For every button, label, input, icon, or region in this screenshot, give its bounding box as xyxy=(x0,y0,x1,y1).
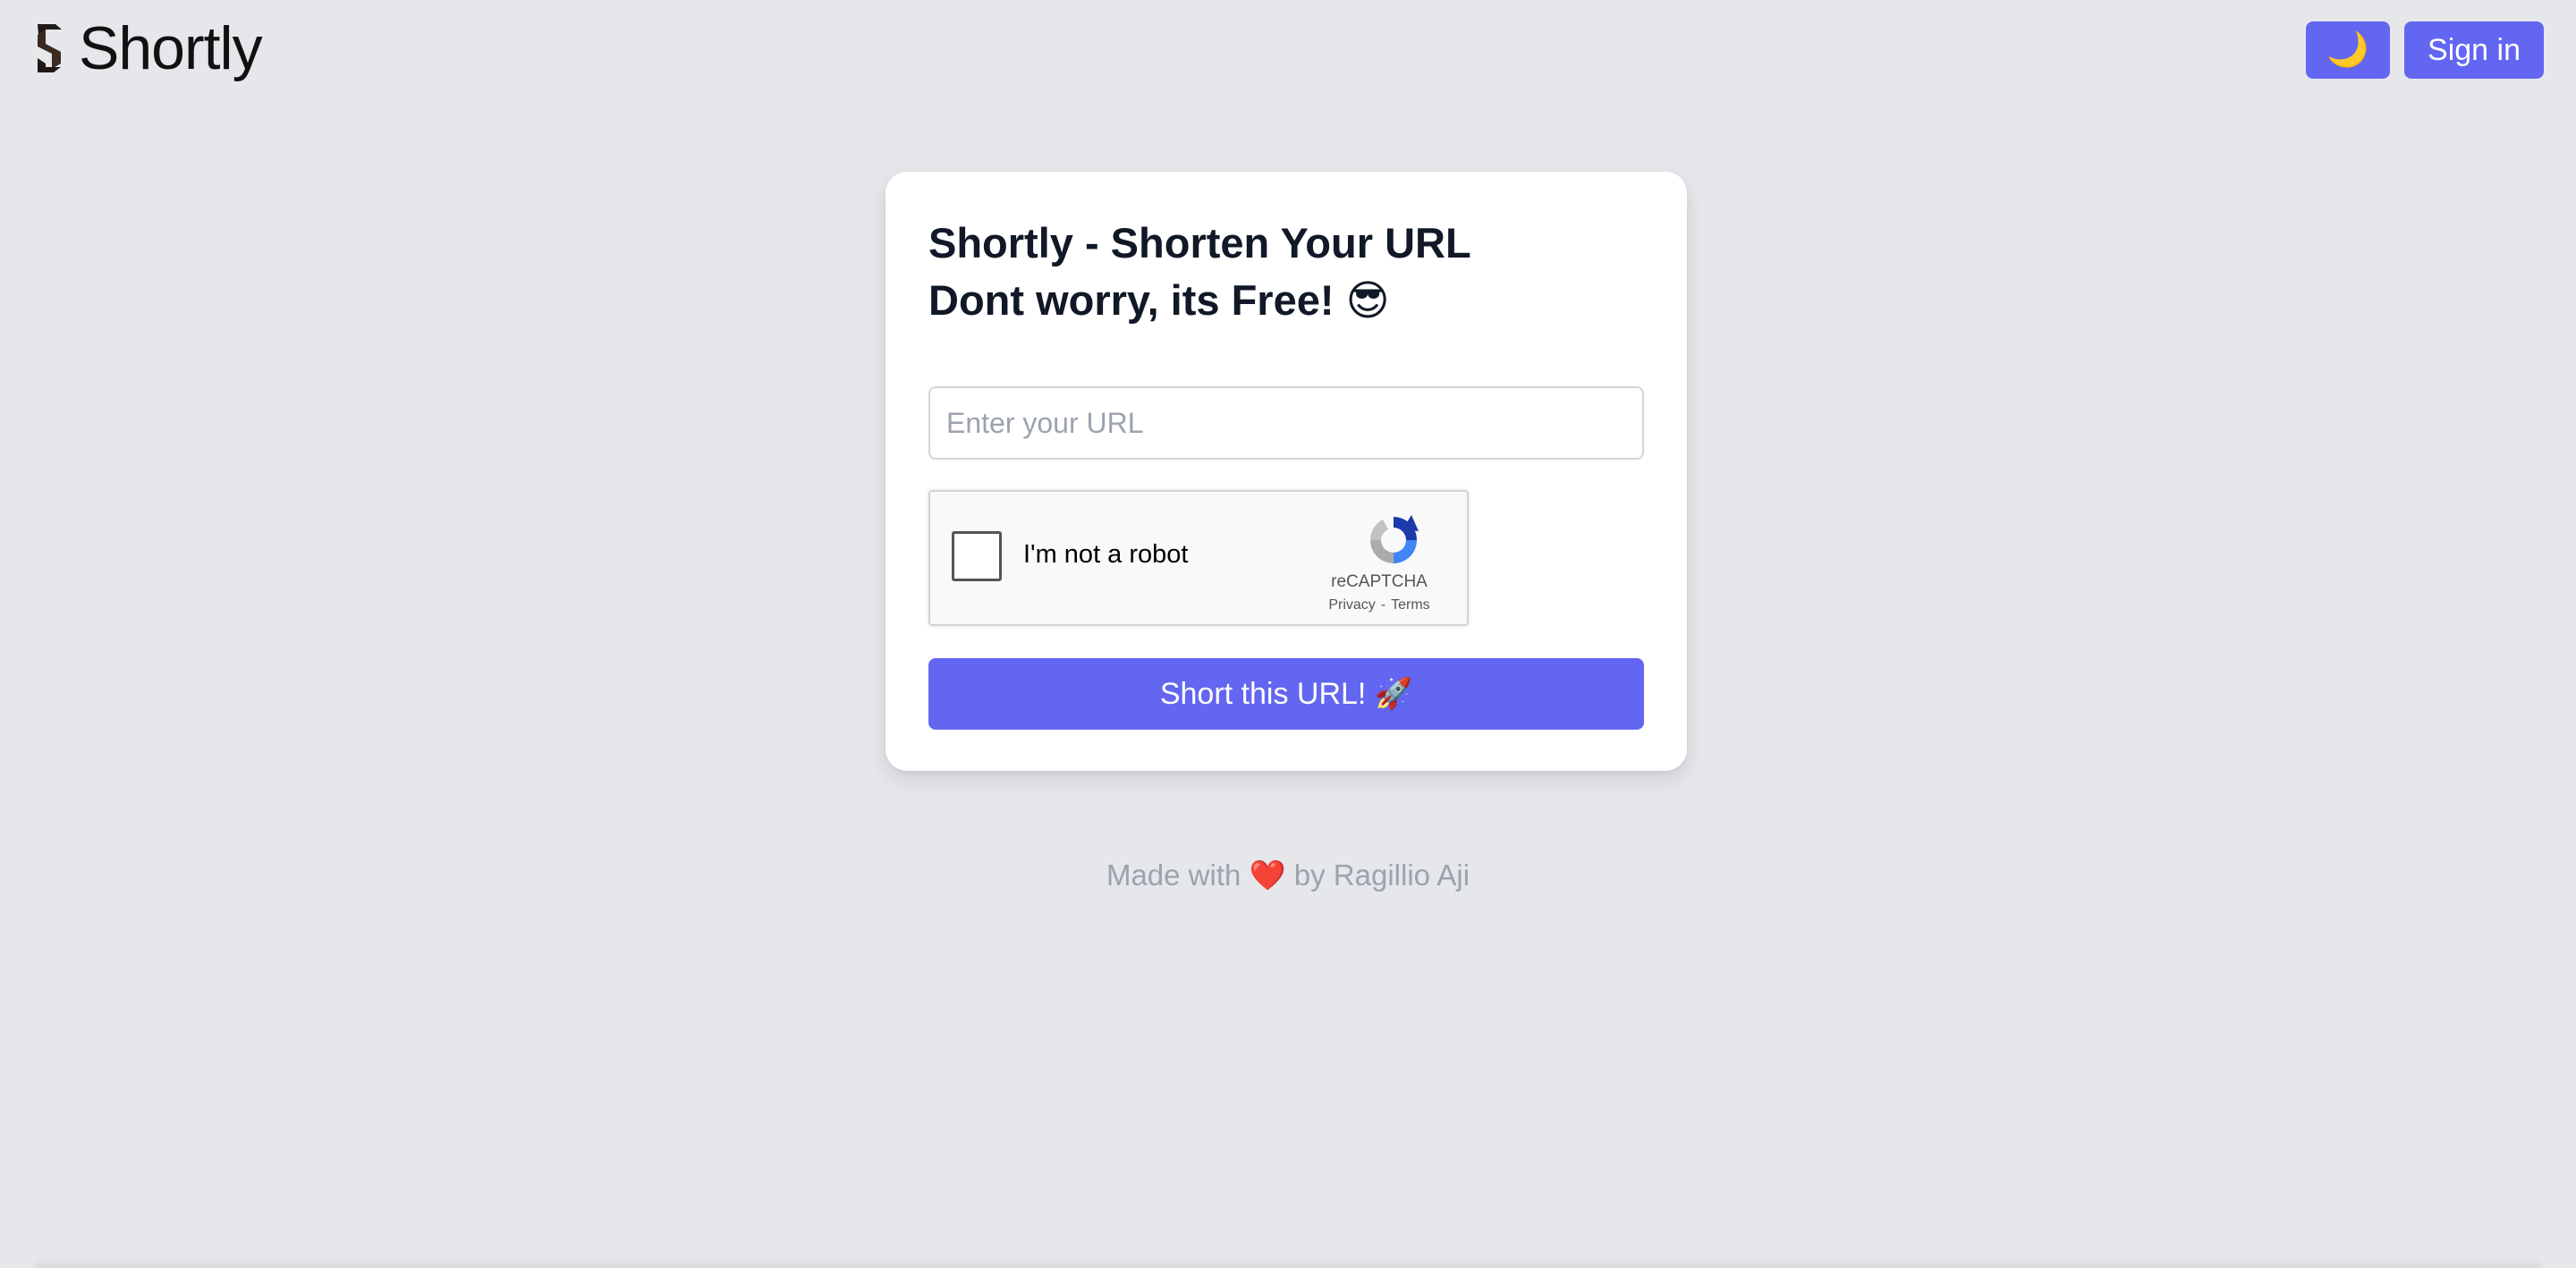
page: Shortly 🌙 Sign in Shortly - Shorten Your… xyxy=(0,0,2576,1268)
shortly-logo-icon xyxy=(38,24,62,72)
recaptcha-link-separator: - xyxy=(1380,597,1386,613)
card-title: Shortly - Shorten Your URL Dont worry, i… xyxy=(928,215,1471,329)
recaptcha-privacy-link[interactable]: Privacy xyxy=(1328,597,1375,613)
bottom-shadow xyxy=(36,1255,2540,1268)
url-input[interactable] xyxy=(928,386,1644,460)
shorten-card: Shortly - Shorten Your URL Dont worry, i… xyxy=(886,172,1687,771)
shorten-url-button[interactable]: Short this URL! 🚀 xyxy=(928,658,1644,730)
card-title-line-1: Shortly - Shorten Your URL xyxy=(928,219,1471,266)
header-actions: 🌙 Sign in xyxy=(2306,21,2544,79)
brand[interactable]: Shortly xyxy=(34,14,263,82)
recaptcha-terms-link[interactable]: Terms xyxy=(1391,597,1430,613)
recaptcha-brand: reCAPTCHA xyxy=(1331,572,1428,591)
footer-credit: Made with ❤️ by Ragillio Aji xyxy=(1106,858,1470,892)
card-title-line-2: Dont worry, its Free! 😎 xyxy=(928,276,1390,324)
moon-icon: 🌙 xyxy=(2326,31,2369,69)
recaptcha-icon xyxy=(1370,515,1419,563)
recaptcha-widget: I'm not a robot reCAPTCHA Privacy - Terms xyxy=(928,490,1469,626)
theme-toggle-button[interactable]: 🌙 xyxy=(2306,21,2391,79)
recaptcha-label: I'm not a robot xyxy=(1023,540,1189,569)
brand-name: Shortly xyxy=(79,14,263,82)
recaptcha-links: Privacy - Terms xyxy=(930,597,1470,613)
sign-in-button[interactable]: Sign in xyxy=(2404,21,2544,79)
